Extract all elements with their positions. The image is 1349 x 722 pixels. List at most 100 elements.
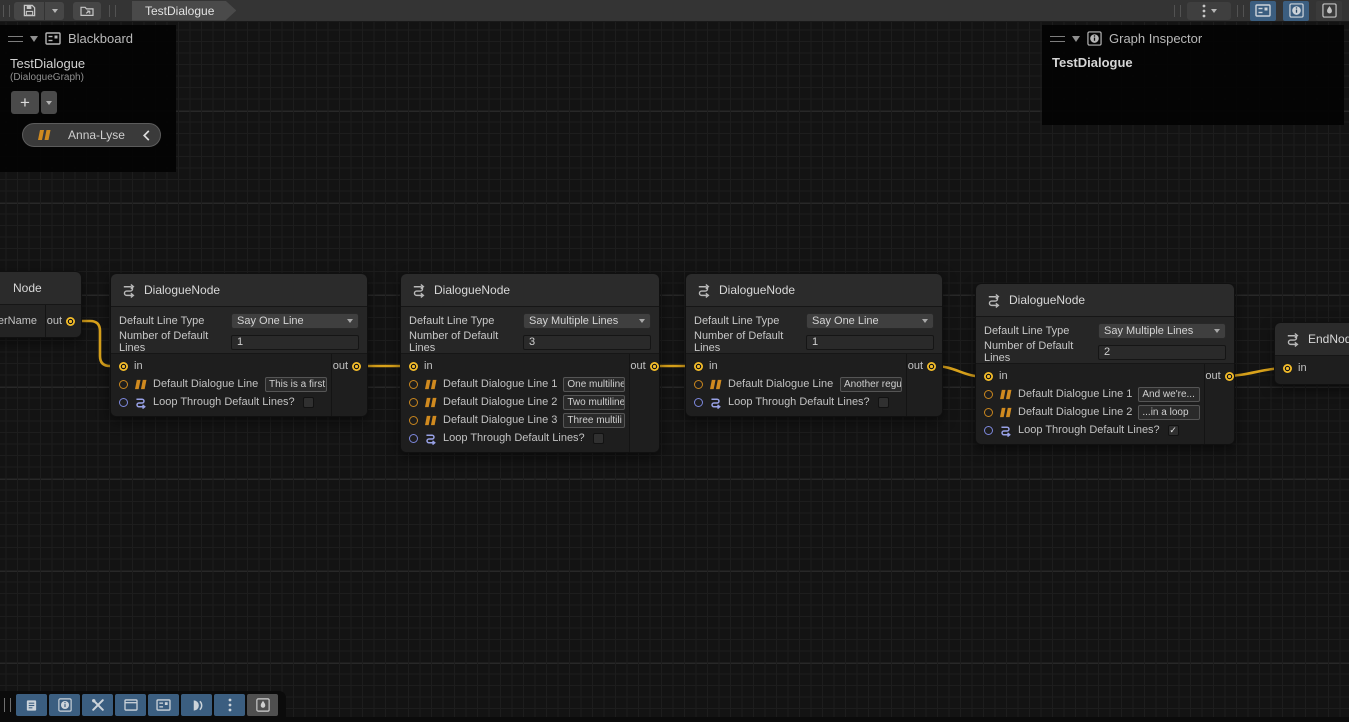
loop-port[interactable]	[694, 398, 703, 407]
add-property-dropdown-button[interactable]	[41, 91, 57, 114]
graph-inspector-toggle-button[interactable]	[1283, 1, 1309, 21]
toolbar-drag-handle[interactable]	[3, 5, 10, 17]
collapse-triangle-icon[interactable]	[1072, 36, 1080, 42]
blackboard-property-anna-lyse[interactable]: Anna-Lyse	[22, 123, 161, 147]
quote-icon	[424, 415, 437, 426]
notes-toggle-button[interactable]	[16, 694, 47, 716]
in-port[interactable]	[1283, 364, 1292, 373]
out-label: out	[333, 360, 348, 372]
end-node[interactable]: EndNode in	[1274, 322, 1349, 385]
dialogue-line-field[interactable]: Three multili	[563, 413, 625, 428]
dialogue-line-field[interactable]: And we're...	[1138, 387, 1200, 402]
dialogue-line-label: Default Dialogue Line	[728, 378, 833, 390]
dialogue-line-field[interactable]: This is a first	[265, 377, 327, 392]
save-button[interactable]	[14, 2, 44, 20]
line-type-dropdown[interactable]: Say One Line	[806, 313, 934, 329]
graph-inspector-header[interactable]: Graph Inspector	[1042, 25, 1344, 50]
dialogue-line-port[interactable]	[694, 380, 703, 389]
minimap-toggle-button[interactable]	[1316, 1, 1342, 21]
out-port[interactable]	[650, 362, 659, 371]
node-properties: Default Line Type Say Multiple Lines Num…	[976, 317, 1234, 364]
flame-icon	[256, 698, 270, 712]
toolbar-drag-handle[interactable]	[4, 698, 11, 712]
loop-port[interactable]	[984, 426, 993, 435]
quote-icon	[424, 397, 437, 408]
save-dropdown-button[interactable]	[44, 2, 64, 20]
dialogue-line-field[interactable]: ...in a loop	[1138, 405, 1200, 420]
dialogue-node-2[interactable]: DialogueNode Default Line Type Say Multi…	[400, 273, 660, 453]
inspector-toggle-button[interactable]	[49, 694, 80, 716]
loop-checkbox[interactable]	[878, 397, 889, 408]
line-type-dropdown[interactable]: Say One Line	[231, 313, 359, 329]
info-icon	[1289, 3, 1304, 18]
dialogue-line-port[interactable]	[119, 380, 128, 389]
info-icon	[1087, 31, 1102, 46]
loop-port[interactable]	[409, 434, 418, 443]
speaker-out-port[interactable]	[66, 317, 75, 326]
overflow-menu-button[interactable]	[214, 694, 245, 716]
blackboard-header[interactable]: Blackboard	[0, 25, 176, 50]
speaker-node[interactable]: Node kerName out	[0, 271, 82, 338]
add-property-button[interactable]: +	[11, 91, 39, 114]
dialogue-line-port[interactable]	[409, 380, 418, 389]
dialogue-node-3-title: DialogueNode	[686, 274, 942, 307]
transition-toggle-button[interactable]	[181, 694, 212, 716]
out-port[interactable]	[1225, 372, 1234, 381]
num-lines-field[interactable]: 1	[806, 335, 934, 350]
in-port[interactable]	[984, 372, 993, 381]
in-port[interactable]	[409, 362, 418, 371]
node-ports: in Default Dialogue Line This is a first…	[111, 354, 367, 416]
dialogue-node-icon	[696, 283, 711, 298]
dialogue-line-value: Three multili	[567, 415, 621, 426]
overflow-menu-button[interactable]	[1187, 2, 1231, 20]
out-port[interactable]	[927, 362, 936, 371]
dialogue-line-field[interactable]: Another regu	[840, 377, 902, 392]
loop-checkbox[interactable]	[593, 433, 604, 444]
window-toggle-button[interactable]	[115, 694, 146, 716]
num-lines-field[interactable]: 1	[231, 335, 359, 350]
blackboard-toggle-button[interactable]	[1250, 1, 1276, 21]
blackboard-icon	[156, 699, 171, 711]
line-type-value: Say One Line	[237, 315, 304, 327]
num-lines-field[interactable]: 3	[523, 335, 651, 350]
loop-checkbox[interactable]: ✓	[1168, 425, 1179, 436]
loop-label: Loop Through Default Lines?	[153, 396, 295, 408]
dialogue-line-port[interactable]	[409, 416, 418, 425]
dialogue-line-value: Two multiline	[567, 397, 625, 408]
out-port[interactable]	[352, 362, 361, 371]
dialogue-node-1[interactable]: DialogueNode Default Line Type Say One L…	[110, 273, 368, 417]
in-port[interactable]	[694, 362, 703, 371]
drag-handle-icon	[8, 36, 23, 42]
dialogue-node-3[interactable]: DialogueNode Default Line Type Say One L…	[685, 273, 943, 417]
dialogue-line-field[interactable]: One multiline	[563, 377, 625, 392]
dialogue-node-4[interactable]: DialogueNode Default Line Type Say Multi…	[975, 283, 1235, 445]
loop-port[interactable]	[119, 398, 128, 407]
speaker-node-row: kerName out	[0, 305, 81, 337]
bottom-toolbar	[0, 691, 286, 722]
num-lines-field[interactable]: 2	[1098, 345, 1226, 360]
blackboard-add-row: +	[0, 83, 176, 114]
dialogue-line-port[interactable]	[984, 390, 993, 399]
dialogue-node-icon	[411, 283, 426, 298]
graph-tab[interactable]: TestDialogue	[132, 1, 236, 21]
dialogue-line-port[interactable]	[984, 408, 993, 417]
node-ports: in	[1275, 356, 1349, 384]
line-type-dropdown[interactable]: Say Multiple Lines	[523, 313, 651, 329]
line-type-dropdown[interactable]: Say Multiple Lines	[1098, 323, 1226, 339]
inspector-selected-graph: TestDialogue	[1042, 50, 1344, 75]
flame-icon	[1322, 3, 1337, 18]
loop-label: Loop Through Default Lines?	[1018, 424, 1160, 436]
minimap-toggle-button[interactable]	[247, 694, 278, 716]
blackboard-toggle-button[interactable]	[148, 694, 179, 716]
chevron-left-icon[interactable]	[142, 129, 151, 142]
settings-toggle-button[interactable]	[82, 694, 113, 716]
loop-checkbox[interactable]	[303, 397, 314, 408]
dialogue-line-port[interactable]	[409, 398, 418, 407]
quote-icon	[999, 389, 1012, 400]
open-graph-button[interactable]	[73, 2, 101, 20]
collapse-triangle-icon[interactable]	[30, 36, 38, 42]
in-port[interactable]	[119, 362, 128, 371]
graph-tab-label: TestDialogue	[145, 4, 214, 18]
dialogue-line-field[interactable]: Two multiline	[563, 395, 625, 410]
speaker-node-title: Node	[0, 272, 81, 305]
